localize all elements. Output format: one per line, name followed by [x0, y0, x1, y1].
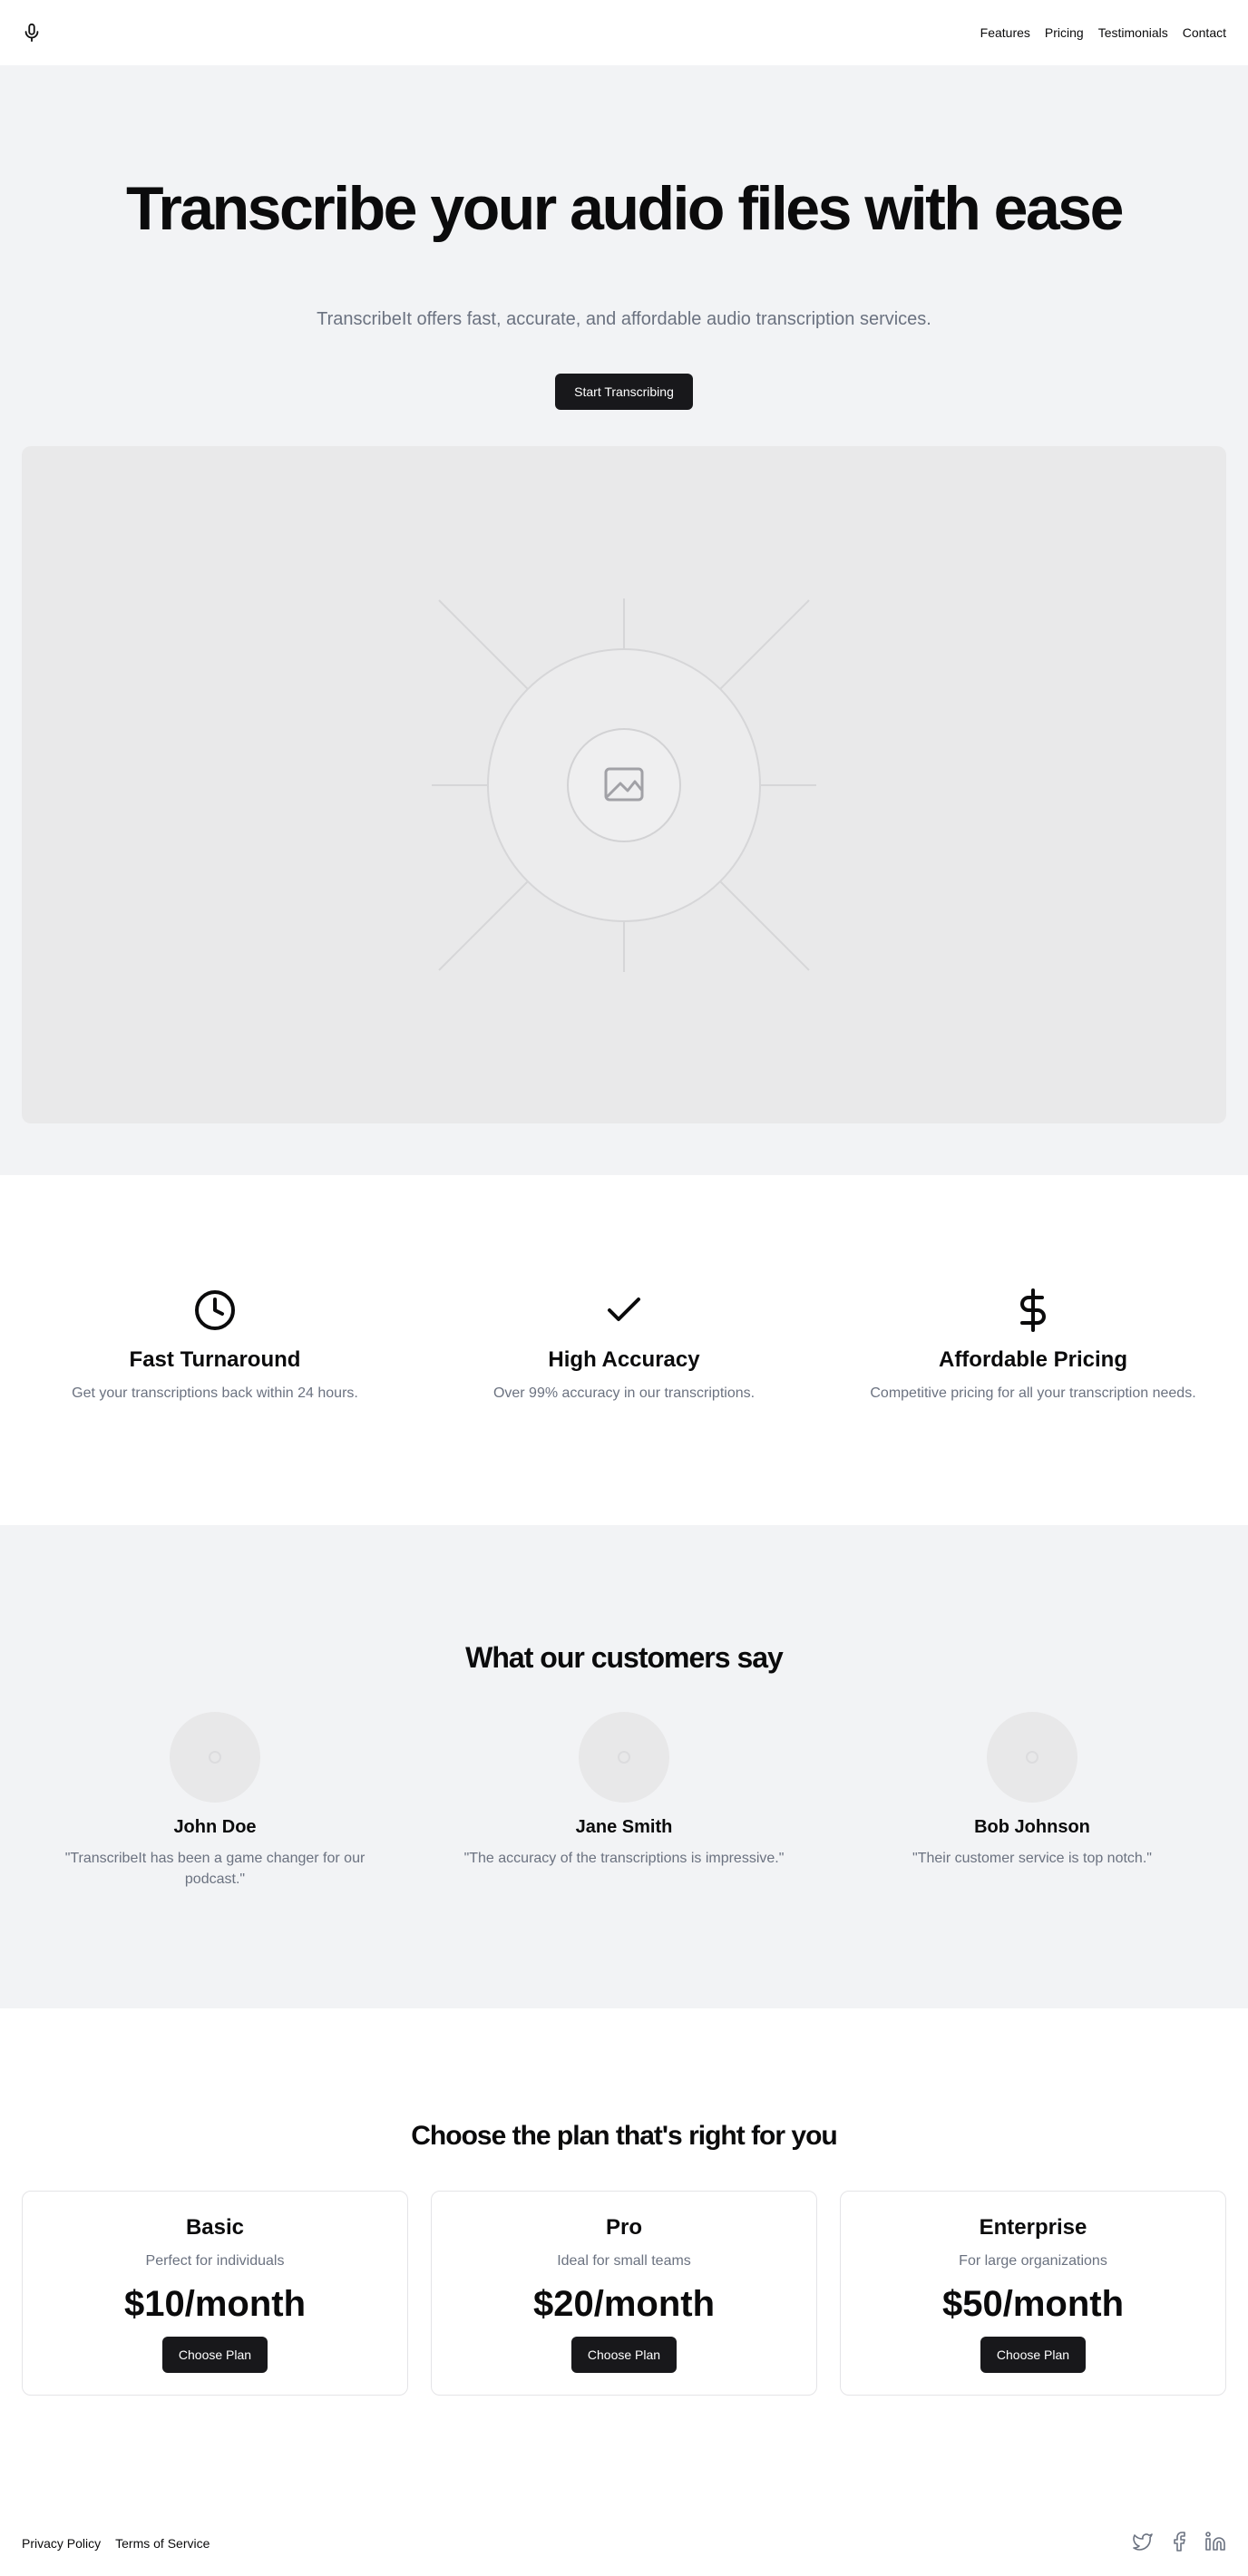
nav-pricing[interactable]: Pricing: [1045, 25, 1084, 40]
hero-section: Transcribe your audio files with ease Tr…: [0, 65, 1248, 1175]
clock-icon: [193, 1288, 237, 1332]
choose-plan-button[interactable]: Choose Plan: [571, 2337, 677, 2373]
avatar: [170, 1712, 260, 1803]
testimonials-section: What our customers say John Doe "Transcr…: [0, 1525, 1248, 2008]
avatar: [987, 1712, 1077, 1803]
microphone-icon[interactable]: [22, 23, 42, 43]
twitter-icon[interactable]: [1132, 2531, 1154, 2552]
dollar-icon: [1011, 1288, 1055, 1332]
start-transcribing-button[interactable]: Start Transcribing: [555, 374, 693, 410]
testimonial-quote: "Their customer service is top notch.": [912, 1851, 1152, 1866]
checkmark-icon: [602, 1288, 646, 1332]
terms-of-service-link[interactable]: Terms of Service: [115, 2536, 210, 2551]
main-nav: Features Pricing Testimonials Contact: [980, 25, 1226, 40]
testimonial-name: Bob Johnson: [974, 1817, 1090, 1837]
plan-card-enterprise: Enterprise For large organizations $50/m…: [840, 2191, 1226, 2396]
plan-price: $20/month: [532, 2284, 716, 2324]
feature-text: Competitive pricing for all your transcr…: [870, 1385, 1196, 1401]
plan-description: Ideal for small teams: [557, 2253, 691, 2269]
testimonial-quote: "TranscribeIt has been a game changer fo…: [64, 1851, 366, 1888]
linkedin-icon[interactable]: [1204, 2531, 1226, 2552]
plan-name: Enterprise: [979, 2215, 1087, 2240]
choose-plan-button[interactable]: Choose Plan: [980, 2337, 1086, 2373]
hero-subtitle: TranscribeIt offers fast, accurate, and …: [317, 309, 931, 329]
feature-text: Over 99% accuracy in our transcriptions.: [492, 1385, 756, 1401]
hero-title: Transcribe your audio files with ease: [126, 174, 1124, 243]
social-links: [1132, 2531, 1226, 2552]
testimonial-name: Jane Smith: [575, 1817, 673, 1837]
pricing-heading: Choose the plan that's right for you: [411, 2121, 837, 2151]
plan-name: Basic: [185, 2215, 245, 2240]
pricing-section: Choose the plan that's right for you Bas…: [0, 2008, 1248, 2516]
privacy-policy-link[interactable]: Privacy Policy: [22, 2536, 101, 2551]
plan-price: $50/month: [941, 2284, 1125, 2324]
plan-price: $10/month: [123, 2284, 307, 2324]
nav-contact[interactable]: Contact: [1183, 25, 1226, 40]
nav-features[interactable]: Features: [980, 25, 1030, 40]
plan-name: Pro: [605, 2215, 642, 2240]
footer-links: Privacy Policy Terms of Service: [22, 2536, 210, 2551]
plan-description: For large organizations: [959, 2253, 1107, 2269]
hero-image-placeholder: [22, 446, 1226, 1123]
plan-description: Perfect for individuals: [145, 2253, 285, 2269]
plan-card-basic: Basic Perfect for individuals $10/month …: [22, 2191, 408, 2396]
avatar: [579, 1712, 669, 1803]
testimonial-name: John Doe: [173, 1817, 257, 1837]
feature-text: Get your transcriptions back within 24 h…: [72, 1385, 358, 1401]
facebook-icon[interactable]: [1168, 2531, 1190, 2552]
site-header: Features Pricing Testimonials Contact: [0, 0, 1248, 65]
site-footer: Privacy Policy Terms of Service: [0, 2516, 1248, 2576]
feature-title: High Accuracy: [548, 1347, 700, 1372]
testimonials-heading: What our customers say: [465, 1641, 784, 1674]
feature-title: Affordable Pricing: [938, 1347, 1128, 1372]
features-section: Fast Turnaround Get your transcriptions …: [0, 1175, 1248, 1525]
plan-card-pro: Pro Ideal for small teams $20/month Choo…: [431, 2191, 817, 2396]
feature-title: Fast Turnaround: [129, 1347, 301, 1372]
nav-testimonials[interactable]: Testimonials: [1098, 25, 1168, 40]
choose-plan-button[interactable]: Choose Plan: [162, 2337, 268, 2373]
testimonial-quote: "The accuracy of the transcriptions is i…: [463, 1851, 785, 1866]
